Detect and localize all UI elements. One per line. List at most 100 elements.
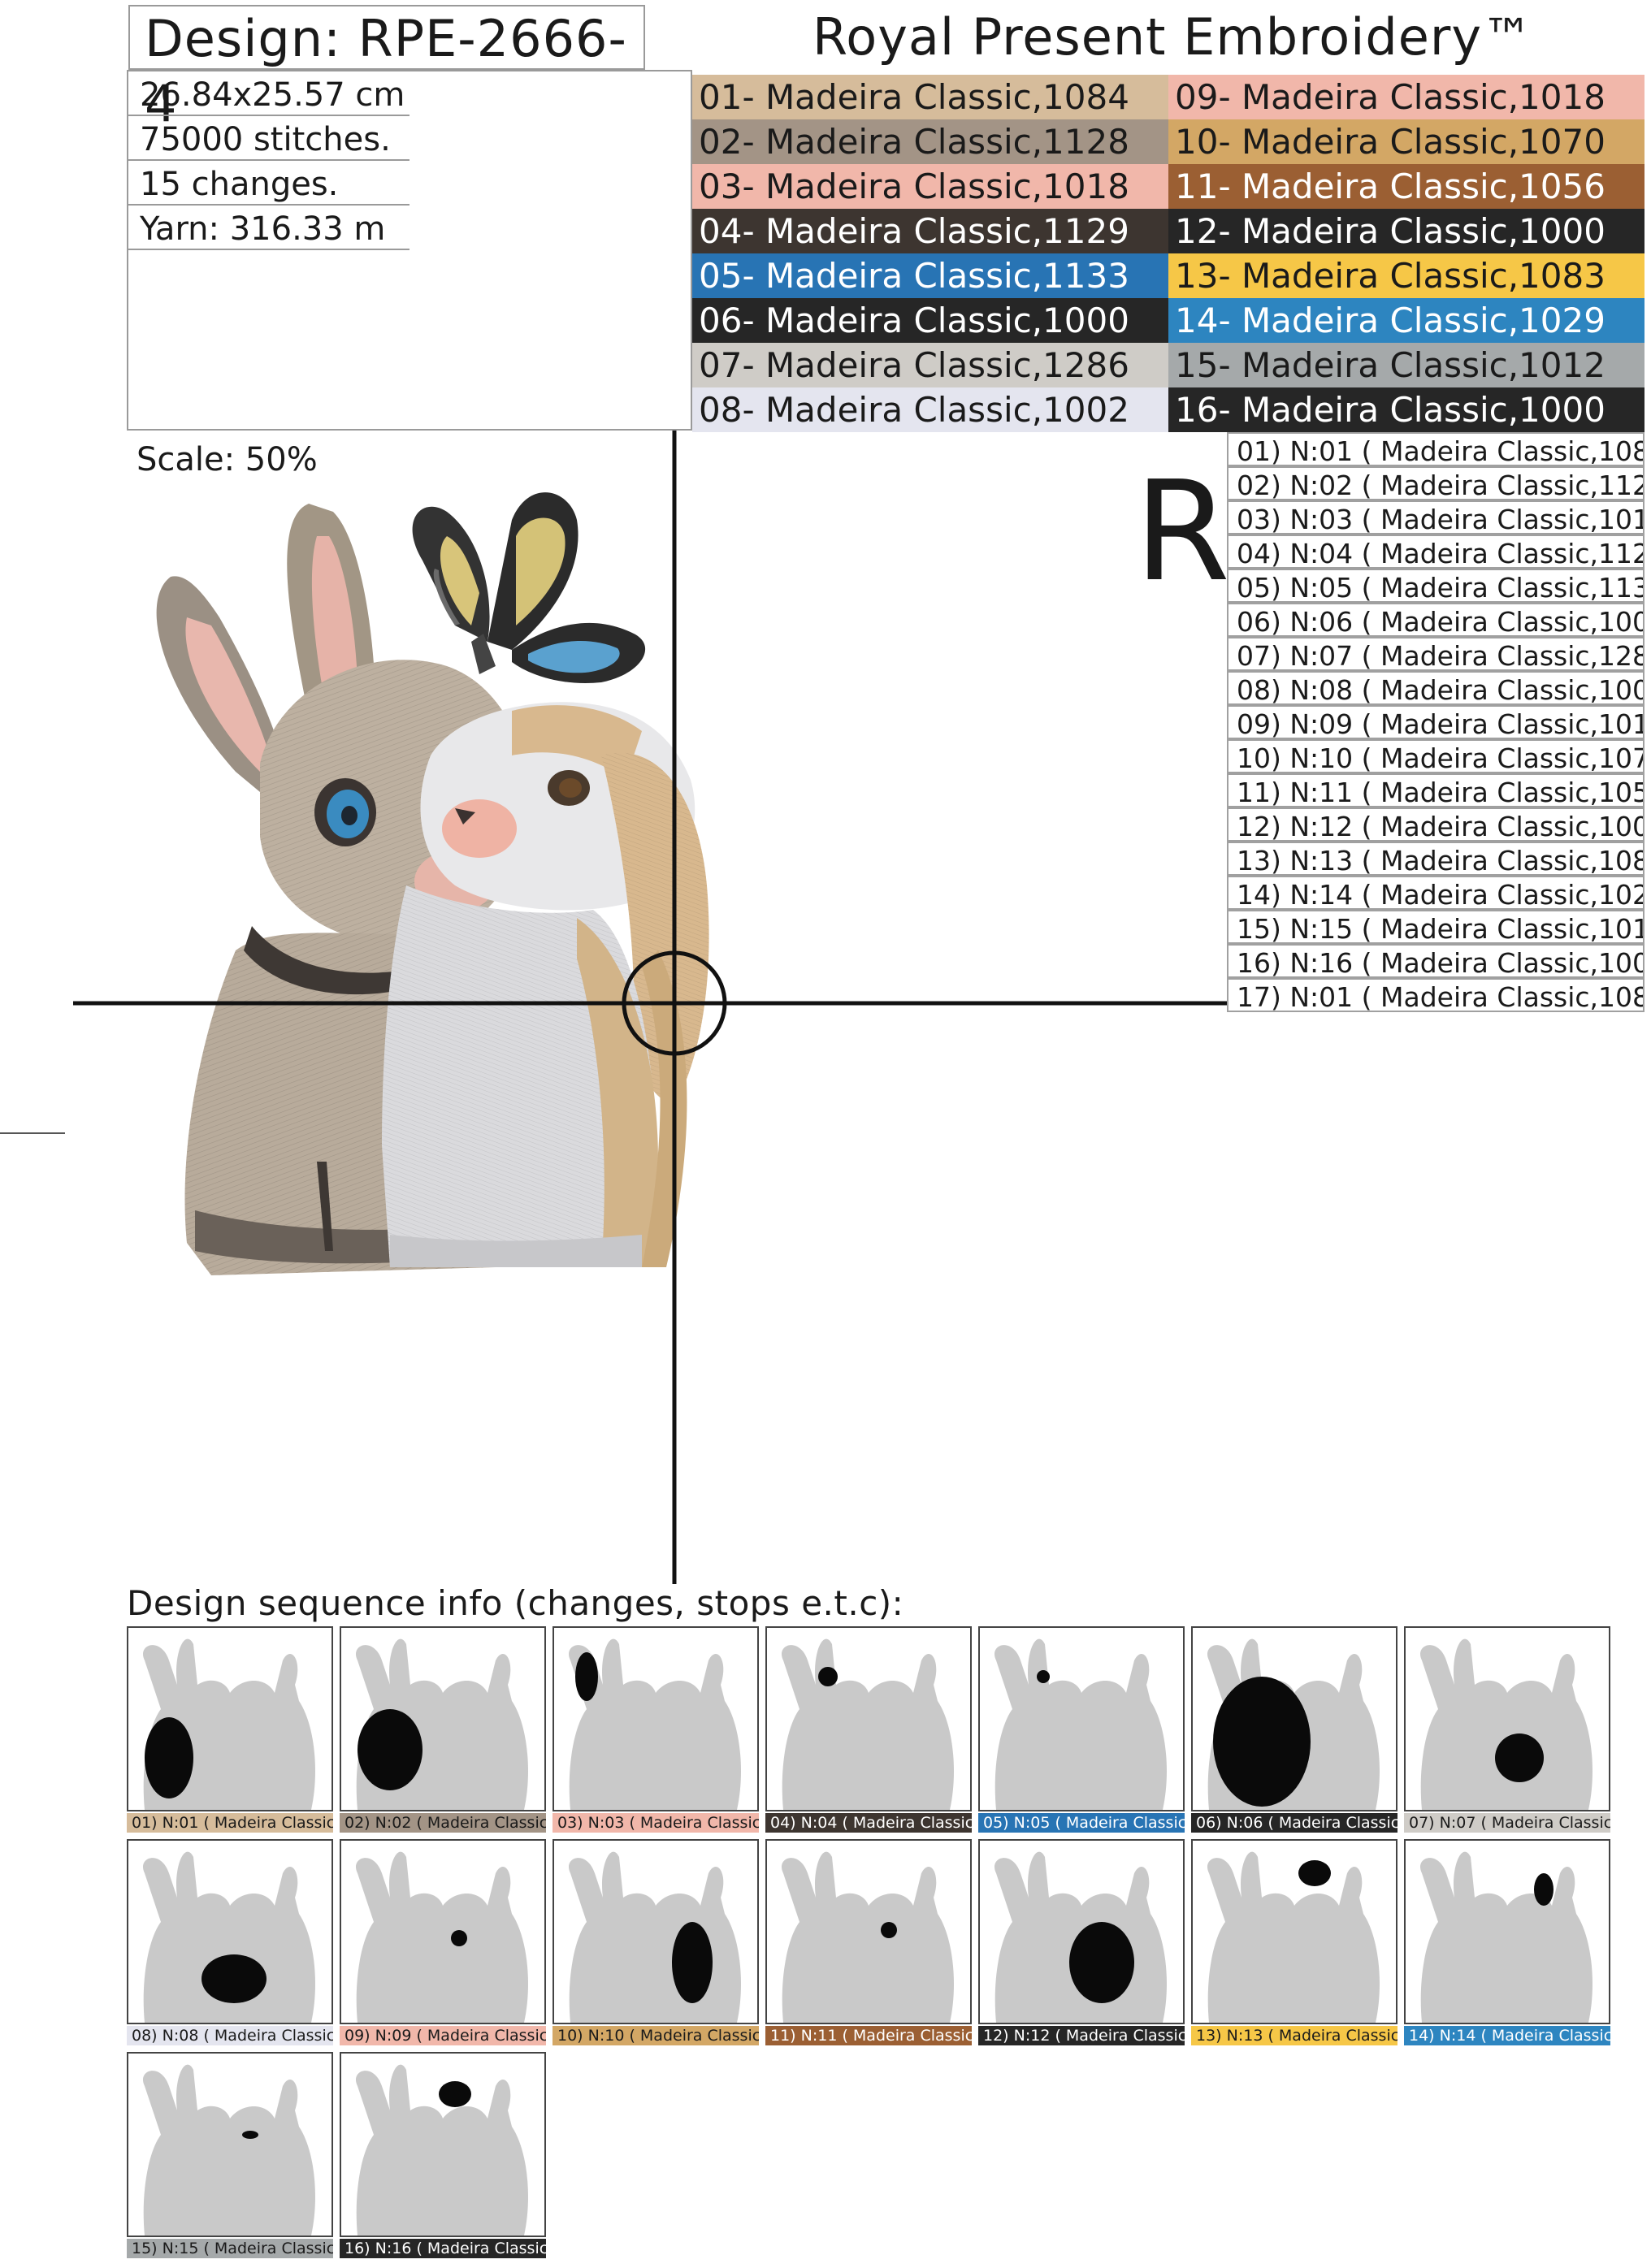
sequence-list-item: 12) N:12 ( Madeira Classic,1000): [1227, 807, 1644, 842]
sequence-list-item: 06) N:06 ( Madeira Classic,1000): [1227, 603, 1644, 637]
thumbnail-label: 06) N:06 ( Madeira Classic: [1191, 1813, 1398, 1833]
thumbnail-preview: [127, 2052, 333, 2237]
bunny-silhouette-icon: [1419, 1851, 1592, 2023]
bunny-silhouette-icon: [142, 1851, 315, 2023]
sequence-thumbnail: 08) N:08 ( Madeira Classic: [127, 1839, 333, 2045]
sequence-list-item: 15) N:15 ( Madeira Classic,1012): [1227, 910, 1644, 944]
sequence-thumbnail: 06) N:06 ( Madeira Classic: [1191, 1626, 1398, 1833]
thread-color-09: 09- Madeira Classic,1018: [1168, 75, 1644, 119]
thumbnail-preview: [340, 1839, 546, 2024]
bunny-silhouette-icon: [994, 1851, 1167, 2023]
thumbnail-label: 13) N:13 ( Madeira Classic,1: [1191, 2026, 1398, 2045]
thread-color-15: 15- Madeira Classic,1012: [1168, 343, 1644, 387]
sequence-list-item: 16) N:16 ( Madeira Classic,1000): [1227, 944, 1644, 978]
sequence-thumbnail: 14) N:14 ( Madeira Classic,1: [1404, 1839, 1610, 2045]
thread-color-05: 05- Madeira Classic,1133: [692, 253, 1168, 298]
registered-mark: R: [1134, 452, 1231, 612]
sequence-thumbnail: 02) N:02 ( Madeira Classic,1: [340, 1626, 546, 1833]
edge-tick-mark: [0, 1132, 65, 1134]
bunny-silhouette-icon: [142, 1638, 315, 1810]
thread-color-grid: 01- Madeira Classic,1084 02- Madeira Clas…: [692, 75, 1644, 432]
thread-color-03: 03- Madeira Classic,1018: [692, 164, 1168, 209]
spec-size: 26.84x25.57 cm: [128, 71, 410, 116]
thumbnail-label: 05) N:05 ( Madeira Classic: [978, 1813, 1185, 1833]
thumbnail-label: 10) N:10 ( Madeira Classic,1: [552, 2026, 759, 2045]
right-bunny: [382, 702, 709, 1267]
sequence-list-item: 07) N:07 ( Madeira Classic,1286): [1227, 637, 1644, 671]
sequence-list-item: 10) N:10 ( Madeira Classic,1070): [1227, 739, 1644, 773]
sequence-thumbnail: 12) N:12 ( Madeira Classic,1: [978, 1839, 1185, 2045]
thread-color-13: 13- Madeira Classic,1083: [1168, 253, 1644, 298]
bunny-silhouette-icon: [1419, 1638, 1592, 1810]
thumbnail-preview: [127, 1626, 333, 1811]
thread-color-10: 10- Madeira Classic,1070: [1168, 119, 1644, 164]
bunny-silhouette-icon: [781, 1638, 954, 1810]
bunny-silhouette-icon: [994, 1638, 1167, 1810]
bunny-silhouette-icon: [355, 1851, 528, 2023]
thumbnail-label: 11) N:11 ( Madeira Classic,10: [765, 2026, 972, 2045]
thumbnail-label: 08) N:08 ( Madeira Classic: [127, 2026, 333, 2045]
bunny-silhouette-icon: [355, 2064, 528, 2236]
sequence-thumbnail: 05) N:05 ( Madeira Classic: [978, 1626, 1185, 1833]
thread-color-16: 16- Madeira Classic,1000: [1168, 387, 1644, 432]
thumbnail-label: 04) N:04 ( Madeira Classic: [765, 1813, 972, 1833]
sequence-thumbnail: 13) N:13 ( Madeira Classic,1: [1191, 1839, 1398, 2045]
spec-yarn: Yarn: 316.33 m: [128, 206, 410, 250]
design-code-title: Design: RPE-2666-4: [128, 5, 645, 133]
thumbnail-label: 12) N:12 ( Madeira Classic,1: [978, 2026, 1185, 2045]
sequence-list-item: 09) N:09 ( Madeira Classic,1018): [1227, 705, 1644, 739]
thumbnail-label: 09) N:09 ( Madeira Classic: [340, 2026, 546, 2045]
thumbnail-preview: [552, 1839, 759, 2024]
thread-color-04: 04- Madeira Classic,1129: [692, 209, 1168, 253]
thumbnail-preview: [765, 1626, 972, 1811]
bunny-silhouette-icon: [568, 1851, 741, 2023]
thumbnail-label: 03) N:03 ( Madeira Classic: [552, 1813, 759, 1833]
sequence-info-title: Design sequence info (changes, stops e.t…: [127, 1583, 904, 1623]
thread-color-07: 07- Madeira Classic,1286: [692, 343, 1168, 387]
thumbnail-label: 07) N:07 ( Madeira Classic: [1404, 1813, 1610, 1833]
bunny-silhouette-icon: [355, 1638, 528, 1810]
thread-color-06: 06- Madeira Classic,1000: [692, 298, 1168, 343]
thread-color-11: 11- Madeira Classic,1056: [1168, 164, 1644, 209]
thumbnail-preview: [1191, 1839, 1398, 2024]
sequence-thumbnail: 03) N:03 ( Madeira Classic: [552, 1626, 759, 1833]
sequence-list-item: 17) N:01 ( Madeira Classic,1084): [1227, 978, 1644, 1012]
thread-color-14: 14- Madeira Classic,1029: [1168, 298, 1644, 343]
sequence-thumbnail: 15) N:15 ( Madeira Classic,1: [127, 2052, 333, 2258]
bunny-silhouette-icon: [1207, 1638, 1380, 1810]
thread-color-08: 08- Madeira Classic,1002: [692, 387, 1168, 432]
thumbnail-label: 01) N:01 ( Madeira Classic,1: [127, 1813, 333, 1833]
sequence-thumbnail: 01) N:01 ( Madeira Classic,1: [127, 1626, 333, 1833]
spec-stitches: 75000 stitches.: [128, 116, 410, 161]
sequence-list-item: 08) N:08 ( Madeira Classic,1002): [1227, 671, 1644, 705]
sequence-thumbnail: 09) N:09 ( Madeira Classic: [340, 1839, 546, 2045]
butterfly: [412, 492, 646, 683]
thumbnail-preview: [1404, 1626, 1610, 1811]
bunny-silhouette-icon: [568, 1638, 741, 1810]
sequence-thumbnails: 01) N:01 ( Madeira Classic,1 02) N:02 ( M…: [127, 1626, 1646, 2260]
spec-panel: 26.84x25.57 cm 75000 stitches. 15 change…: [127, 70, 692, 431]
thumbnail-preview: [340, 2052, 546, 2237]
brand-name: Royal Present Embroidery™: [812, 7, 1534, 67]
thumbnail-preview: [1191, 1626, 1398, 1811]
bunny-silhouette-icon: [1207, 1851, 1380, 2023]
sequence-list-item: 11) N:11 ( Madeira Classic,1056): [1227, 773, 1644, 807]
thumbnail-preview: [978, 1626, 1185, 1811]
thumbnail-preview: [552, 1626, 759, 1811]
thumbnail-preview: [340, 1626, 546, 1811]
sequence-thumbnail: 11) N:11 ( Madeira Classic,10: [765, 1839, 972, 2045]
bunny-silhouette-icon: [142, 2064, 315, 2236]
thread-color-01: 01- Madeira Classic,1084: [692, 75, 1168, 119]
thumbnail-preview: [765, 1839, 972, 2024]
sequence-thumbnail: 07) N:07 ( Madeira Classic: [1404, 1626, 1610, 1833]
thumbnail-label: 02) N:02 ( Madeira Classic,1: [340, 1813, 546, 1833]
sequence-thumbnail: 04) N:04 ( Madeira Classic: [765, 1626, 972, 1833]
thumbnail-preview: [127, 1839, 333, 2024]
sequence-list-item: 05) N:05 ( Madeira Classic,1133): [1227, 569, 1644, 603]
sequence-list-item: 04) N:04 ( Madeira Classic,1129): [1227, 535, 1644, 569]
thumbnail-label: 14) N:14 ( Madeira Classic,1: [1404, 2026, 1610, 2045]
sequence-thumbnail: 10) N:10 ( Madeira Classic,1: [552, 1839, 759, 2045]
spec-changes: 15 changes.: [128, 161, 410, 206]
thumbnail-label: 16) N:16 ( Madeira Classic,1: [340, 2239, 546, 2258]
sequence-list-item: 01) N:01 ( Madeira Classic,1084): [1227, 432, 1644, 466]
